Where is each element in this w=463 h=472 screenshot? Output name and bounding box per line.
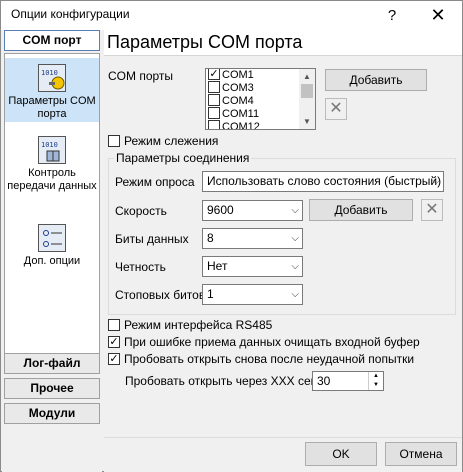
spinner-buttons[interactable]: ▲ ▼ xyxy=(368,372,383,390)
stop-bits-value: 1 xyxy=(207,287,214,301)
monitor-mode-label: Режим слежения xyxy=(124,134,219,148)
extra-options-icon xyxy=(38,224,66,252)
com-port-name: COM11 xyxy=(222,108,260,120)
flush-on-error-checkbox[interactable]: ✓ При ошибке приема данных очищать входно… xyxy=(108,335,420,349)
stop-bits-label: Стоповых битов xyxy=(115,288,206,302)
spin-down-icon[interactable]: ▼ xyxy=(369,381,383,390)
speed-select[interactable]: 9600 ⌵ xyxy=(202,200,303,221)
sidebar-item-label: Контроль передачи данных xyxy=(7,167,97,192)
config-options-window: Опции конфигурации ? ✕ COM порт 1010 Пар… xyxy=(0,0,463,472)
page-title: Параметры COM порта xyxy=(107,32,303,52)
checkbox-icon[interactable] xyxy=(108,134,120,147)
chevron-down-icon: ⌵ xyxy=(291,233,299,244)
close-button[interactable]: ✕ xyxy=(415,1,461,30)
remove-speed-icon[interactable]: ✕ xyxy=(421,199,443,221)
parity-label: Четность xyxy=(115,260,166,274)
checkbox-icon[interactable] xyxy=(208,94,220,107)
speed-value: 9600 xyxy=(207,203,234,217)
retry-open-label: Пробовать открыть снова после неудачной … xyxy=(124,352,415,366)
retry-interval-value: 30 xyxy=(317,374,331,388)
parity-value: Нет xyxy=(207,259,228,273)
data-bits-select[interactable]: 8 ⌵ xyxy=(202,228,303,249)
cancel-button[interactable]: Отмена xyxy=(385,442,457,466)
com-port-settings-icon: 1010 xyxy=(38,64,66,92)
help-button[interactable]: ? xyxy=(369,1,415,30)
sidebar-item-com-port-settings[interactable]: 1010 Параметры COM порта xyxy=(5,58,99,122)
window-title: Опции конфигурации xyxy=(11,7,130,21)
sidebar-item-label: Параметры COM порта xyxy=(8,95,96,120)
poll-mode-value: Использовать слово состояния (быстрый) xyxy=(207,174,442,188)
data-flow-control-icon: 1010 xyxy=(38,136,66,164)
checkbox-checked-icon[interactable]: ✓ xyxy=(108,352,120,365)
scroll-up-icon[interactable]: ▲ xyxy=(299,69,315,84)
svg-text:1010: 1010 xyxy=(41,141,58,149)
speed-label: Скорость xyxy=(115,204,167,218)
checkbox-icon[interactable] xyxy=(208,81,220,94)
parity-select[interactable]: Нет ⌵ xyxy=(202,256,303,277)
flush-on-error-label: При ошибке приема данных очищать входной… xyxy=(124,335,420,349)
checkbox-checked-icon[interactable]: ✓ xyxy=(108,335,120,348)
monitor-mode-checkbox[interactable]: Режим слежения xyxy=(108,134,218,148)
retry-open-checkbox[interactable]: ✓ Пробовать открыть снова после неудачной… xyxy=(108,352,414,366)
rs485-checkbox[interactable]: Режим интерфейса RS485 xyxy=(108,318,272,332)
svg-text:1010: 1010 xyxy=(41,69,58,77)
sidebar-item-extra-options[interactable]: Доп. опции xyxy=(5,218,99,268)
ok-button[interactable]: OK xyxy=(305,442,377,466)
title-bar: Опции конфигурации ? ✕ xyxy=(1,1,462,30)
sidebar-tab-modules[interactable]: Модули xyxy=(4,403,100,424)
checkbox-icon[interactable] xyxy=(108,318,120,331)
sidebar-tab-com-port[interactable]: COM порт xyxy=(4,30,100,51)
scroll-thumb[interactable] xyxy=(301,84,313,98)
checkbox-icon[interactable] xyxy=(208,120,220,129)
sidebar-tab-log-file[interactable]: Лог-файл xyxy=(4,353,100,374)
sidebar: COM порт 1010 Параметры COM порта 1010 К… xyxy=(2,30,102,472)
chevron-down-icon: ⌵ xyxy=(291,261,299,272)
sidebar-item-label: Доп. опции xyxy=(23,255,81,267)
data-bits-label: Биты данных xyxy=(115,232,189,246)
poll-mode-label: Режим опроса xyxy=(115,175,195,189)
sidebar-item-data-flow-control[interactable]: 1010 Контроль передачи данных xyxy=(5,130,99,210)
scroll-down-icon[interactable]: ▼ xyxy=(299,114,315,129)
chevron-down-icon: ⌵ xyxy=(432,176,440,187)
com-port-name: COM1 xyxy=(222,69,254,81)
rs485-label: Режим интерфейса RS485 xyxy=(124,318,273,332)
remove-port-icon[interactable]: ✕ xyxy=(325,98,347,120)
spin-up-icon[interactable]: ▲ xyxy=(369,372,383,381)
checkbox-icon[interactable] xyxy=(208,107,220,120)
add-port-button[interactable]: Добавить xyxy=(325,69,427,91)
connection-params-title: Параметры соединения xyxy=(114,151,252,165)
speed-add-button[interactable]: Добавить xyxy=(309,199,413,221)
com-ports-scrollbar[interactable]: ▲ ▼ xyxy=(299,69,315,129)
data-bits-value: 8 xyxy=(207,231,214,245)
page-header: Параметры COM порта xyxy=(104,30,462,56)
checkbox-checked-icon[interactable]: ✓ xyxy=(208,69,220,81)
retry-interval-spinner[interactable]: 30 ▲ ▼ xyxy=(312,371,384,391)
com-ports-label: COM порты xyxy=(108,69,174,83)
com-port-name: COM4 xyxy=(222,95,254,107)
stop-bits-select[interactable]: 1 ⌵ xyxy=(202,284,303,305)
com-port-name: COM12 xyxy=(222,121,260,130)
poll-mode-select[interactable]: Использовать слово состояния (быстрый) ⌵ xyxy=(202,171,444,192)
sidebar-tab-misc[interactable]: Прочее xyxy=(4,378,100,399)
chevron-down-icon: ⌵ xyxy=(291,205,299,216)
chevron-down-icon: ⌵ xyxy=(291,289,299,300)
com-port-name: COM3 xyxy=(222,82,254,94)
retry-interval-label: Пробовать открыть через XXX сек. xyxy=(125,374,320,388)
